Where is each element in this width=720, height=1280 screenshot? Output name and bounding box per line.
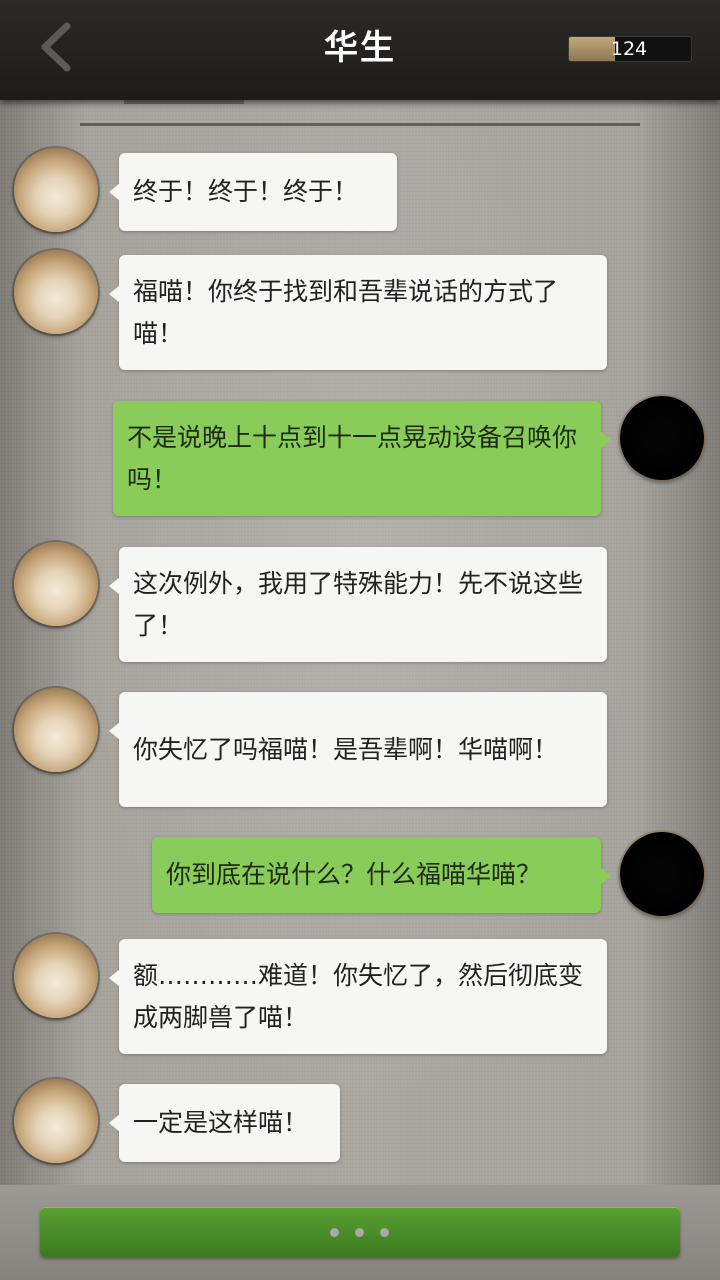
chevron-left-icon: [37, 22, 73, 76]
message-bubble-left: 这次例外，我用了特殊能力！先不说这些了！: [109, 547, 607, 662]
message-bubble-left: 终于！终于！终于！: [109, 153, 397, 231]
message-bubble-left: 你失忆了吗福喵！是吾辈啊！华喵啊！: [109, 692, 607, 807]
cat-avatar[interactable]: [14, 148, 98, 232]
chat-header: 华生 124: [0, 0, 720, 100]
message-text: 你失忆了吗福喵！是吾辈啊！华喵啊！: [133, 734, 559, 764]
message-text: 终于！终于！终于！: [133, 177, 359, 206]
user-avatar[interactable]: [620, 396, 704, 480]
cat-avatar[interactable]: [14, 1079, 98, 1163]
counter-value: 124: [610, 38, 648, 60]
counter-badge: 124: [568, 36, 692, 62]
message-text: 你到底在说什么？什么福喵华喵？: [166, 860, 542, 889]
message-text: 不是说晚上十点到十一点晃动设备召唤你吗！: [127, 422, 578, 494]
message-bubble-right: 不是说晚上十点到十一点晃动设备召唤你吗！: [113, 401, 611, 516]
message-bubble-left: 额…………难道！你失忆了，然后彻底变成两脚兽了喵！: [109, 939, 607, 1054]
dot-icon: [330, 1228, 339, 1237]
message-bubble-left: 一定是这样喵！: [109, 1084, 340, 1162]
cat-avatar[interactable]: [14, 542, 98, 626]
message-text: 这次例外，我用了特殊能力！先不说这些了！: [133, 568, 584, 640]
message-text: 额…………难道！你失忆了，然后彻底变成两脚兽了喵！: [133, 960, 584, 1032]
message-text: 福喵！你终于找到和吾辈说话的方式了喵！: [133, 276, 559, 348]
cat-avatar[interactable]: [14, 934, 98, 1018]
background-strip: [124, 100, 244, 104]
message-bubble-right: 你到底在说什么？什么福喵华喵？: [152, 837, 611, 913]
cat-avatar[interactable]: [14, 688, 98, 772]
dot-icon: [380, 1228, 389, 1237]
back-button[interactable]: [30, 22, 80, 76]
cat-avatar[interactable]: [14, 250, 98, 334]
user-avatar[interactable]: [620, 832, 704, 916]
message-bubble-left: 福喵！你终于找到和吾辈说话的方式了喵！: [109, 255, 607, 370]
background-divider: [80, 123, 640, 126]
dot-icon: [355, 1228, 364, 1237]
message-text: 一定是这样喵！: [133, 1108, 309, 1137]
